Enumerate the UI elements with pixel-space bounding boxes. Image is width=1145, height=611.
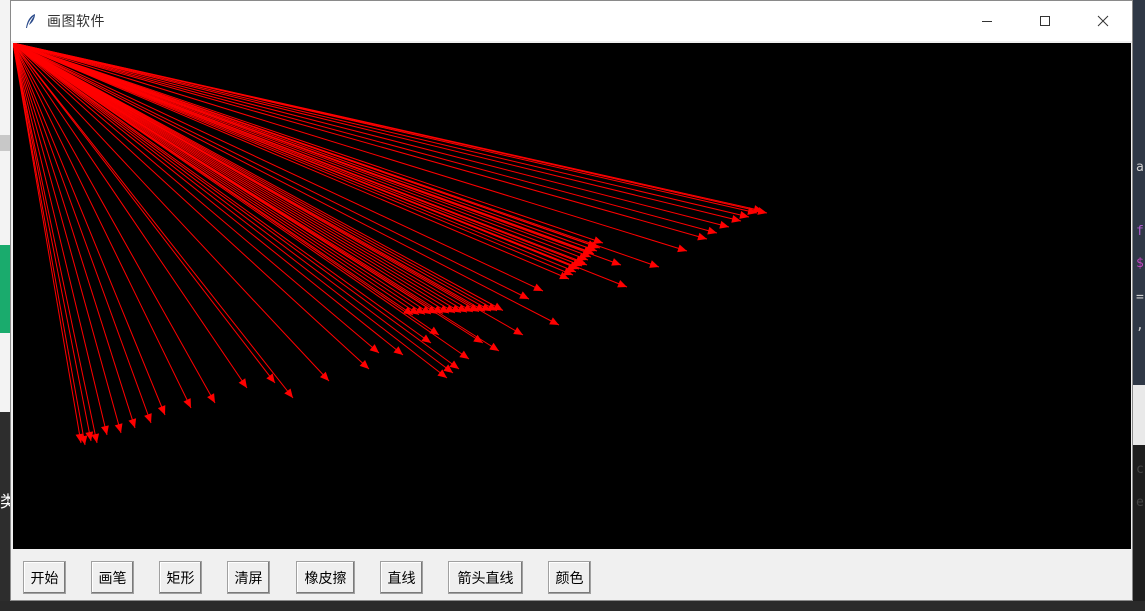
- arrow-line: [13, 43, 404, 356]
- arrow-head: [144, 413, 152, 423]
- arrow-line: [13, 43, 544, 292]
- clear-screen-button[interactable]: 清屏: [227, 561, 270, 594]
- arrow-line: [13, 43, 570, 280]
- drawing-canvas[interactable]: [13, 43, 1131, 549]
- arrow-head: [707, 226, 717, 235]
- arrow-line: [13, 43, 152, 424]
- eraser-button[interactable]: 橡皮擦: [296, 561, 355, 594]
- close-icon: [1097, 15, 1109, 27]
- arrow-head: [731, 214, 741, 223]
- arrow-head: [449, 360, 459, 369]
- title-bar[interactable]: 画图软件: [11, 1, 1132, 41]
- arrow-head: [459, 350, 469, 359]
- background-code-char: f: [1136, 224, 1144, 239]
- arrow-head: [101, 425, 109, 435]
- arrow-head: [114, 423, 123, 433]
- arrow-head: [611, 258, 621, 266]
- arrow-line: [13, 43, 730, 228]
- arrow-head: [91, 433, 100, 443]
- arrow-line: [13, 43, 248, 389]
- arrow-line: [13, 43, 92, 442]
- color-button[interactable]: 颜色: [548, 561, 591, 594]
- arrow-line: [13, 43, 530, 300]
- toolbar: 开始 画笔 矩形 清屏 橡皮擦 直线 箭头直线 颜色: [11, 551, 1132, 601]
- arrow-head: [266, 373, 275, 383]
- arrow-head: [207, 393, 215, 403]
- arrow-head: [493, 302, 503, 311]
- window-title: 画图软件: [47, 14, 105, 30]
- background-code-char: c: [1136, 462, 1144, 477]
- arrow-head: [739, 211, 749, 219]
- arrow-head: [697, 232, 707, 241]
- arrow-line: [13, 43, 504, 311]
- arrow-head: [393, 346, 403, 355]
- pen-button[interactable]: 画笔: [91, 561, 134, 594]
- background-code-char: ,: [1136, 318, 1144, 333]
- arrow-line: [13, 43, 718, 234]
- arrow-head: [284, 388, 293, 398]
- maximize-button[interactable]: [1016, 1, 1074, 41]
- background-taskbar: [0, 601, 1145, 611]
- arrow-head: [429, 326, 439, 335]
- arrow-line: [13, 43, 688, 252]
- rectangle-button[interactable]: 矩形: [159, 561, 202, 594]
- maximize-icon: [1040, 16, 1050, 26]
- arrow-line: [13, 43, 432, 315]
- arrow-line: [13, 43, 750, 218]
- arrow-line-button[interactable]: 箭头直线: [448, 561, 523, 594]
- arrow-head: [369, 344, 379, 353]
- background-editor-mid: [1133, 385, 1145, 445]
- arrow-line: [13, 43, 448, 379]
- background-code-char: e: [1136, 495, 1144, 510]
- arrow-line: [13, 43, 708, 240]
- line-button[interactable]: 直线: [380, 561, 423, 594]
- arrow-head: [677, 244, 687, 253]
- arrow-line: [13, 43, 86, 446]
- start-button[interactable]: 开始: [23, 561, 66, 594]
- minimize-icon: [982, 21, 992, 22]
- feather-icon: [23, 13, 39, 29]
- arrow-line: [13, 43, 420, 316]
- background-code-char: a: [1136, 160, 1144, 175]
- paint-window: 画图软件 开始 画笔 矩形 清屏 橡皮擦 直线 箭头直线 颜色: [10, 0, 1133, 601]
- background-code-char: =: [1136, 290, 1144, 305]
- arrow-head: [238, 378, 247, 388]
- arrow-line: [13, 43, 589, 261]
- arrow-head: [421, 334, 431, 343]
- arrow-line: [13, 43, 560, 326]
- arrow-head: [649, 260, 659, 268]
- drawing-surface: [13, 43, 768, 446]
- arrow-head: [128, 418, 137, 428]
- arrow-line: [13, 43, 432, 344]
- close-button[interactable]: [1074, 1, 1132, 41]
- arrow-line: [13, 43, 370, 370]
- minimize-button[interactable]: [958, 1, 1016, 41]
- arrow-head: [719, 220, 729, 229]
- background-code-char: $: [1136, 256, 1144, 271]
- arrow-line: [13, 43, 598, 252]
- arrow-head: [489, 342, 499, 351]
- arrow-head: [513, 327, 523, 335]
- arrow-head: [593, 236, 603, 244]
